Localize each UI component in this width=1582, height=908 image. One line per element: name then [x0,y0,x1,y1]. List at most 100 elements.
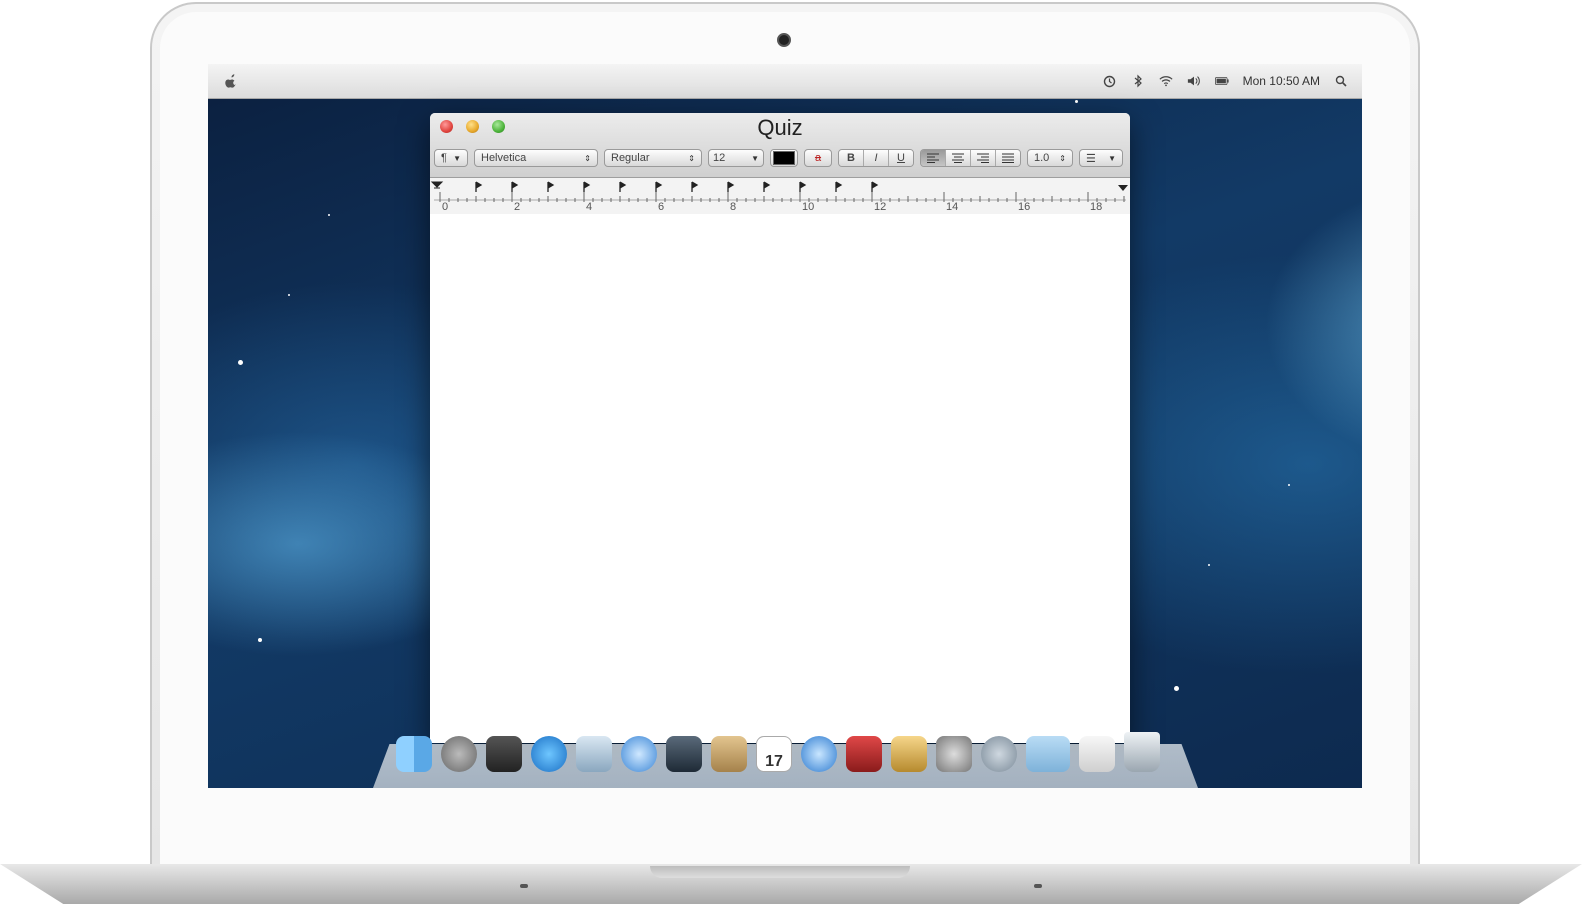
system-preferences-icon[interactable] [936,736,972,772]
chevron-down-icon: ▼ [751,153,759,163]
launchpad-icon[interactable] [441,736,477,772]
laptop-foot [520,884,528,888]
font-family-value: Helvetica [481,152,527,164]
list-icon: ☰ [1086,152,1096,165]
list-bullets-button[interactable]: ☰ ▼ [1079,149,1123,167]
star [258,638,262,642]
itunes-icon[interactable] [801,736,837,772]
pages-icon[interactable] [1079,736,1115,772]
textedit-window: Quiz ¶ ▼ Helvetica ⇕ Regular ⇕ 12 ▼ a B … [430,113,1130,743]
ruler-label: 18 [1090,201,1102,213]
app-store-icon[interactable] [531,736,567,772]
star [1075,100,1078,103]
chevron-down-icon: ▼ [453,153,461,163]
align-left-button[interactable] [921,150,946,166]
battery-icon[interactable] [1214,74,1229,88]
facetime-icon[interactable] [666,736,702,772]
format-toolbar: ¶ ▼ Helvetica ⇕ Regular ⇕ 12 ▼ a B I U 1… [434,149,1123,167]
tab-stop-marker[interactable] [475,181,483,192]
tab-stop-marker[interactable] [511,181,519,192]
tab-stop-marker[interactable] [835,181,843,192]
mission-control-icon[interactable] [486,736,522,772]
tab-stop-marker[interactable] [583,181,591,192]
ruler-label: 16 [1018,201,1030,213]
tab-stop-marker[interactable] [691,181,699,192]
bluetooth-icon[interactable] [1131,74,1145,88]
italic-button[interactable]: I [864,150,889,166]
star [238,360,243,365]
align-center-button[interactable] [946,150,971,166]
mail-icon[interactable] [576,736,612,772]
safari-icon[interactable] [621,736,657,772]
text-color-swatch [773,151,795,165]
spotlight-icon[interactable] [1334,74,1348,88]
contacts-icon[interactable] [711,736,747,772]
dock-icons: 17 [396,732,1160,772]
font-size-value: 12 [713,152,726,164]
ruler-label: 6 [658,201,664,213]
underline-button[interactable]: U [889,150,913,166]
tab-stop-marker[interactable] [547,181,555,192]
desktop-screen: Mon 10:50 AM Quiz ¶ ▼ Helvetica ⇕ Regula… [208,64,1362,788]
camera [777,33,791,47]
highlight-color-button[interactable]: a [804,149,832,167]
updown-arrows-icon: ⇕ [688,153,695,163]
menu-bar: Mon 10:50 AM [208,64,1362,99]
ruler-label: 14 [946,201,958,213]
paragraph-label: ¶ [441,152,447,164]
tab-stop-marker[interactable] [799,181,807,192]
star [1174,686,1179,691]
ruler-label: 0 [442,201,448,213]
utilities-icon[interactable] [981,736,1017,772]
documents-folder-icon[interactable] [1026,736,1070,772]
calendar-day: 17 [765,753,783,770]
tab-stop-marker[interactable] [727,181,735,192]
left-indent-marker[interactable] [430,181,444,189]
chevron-down-icon: ▼ [1108,153,1116,163]
align-right-button[interactable] [971,150,996,166]
right-margin-marker[interactable] [1118,185,1128,191]
menu-clock[interactable]: Mon 10:50 AM [1243,74,1320,88]
line-spacing-select[interactable]: 1.0 ⇕ [1027,149,1073,167]
font-style-value: Regular [611,152,650,164]
bold-button[interactable]: B [839,150,864,166]
window-titlebar[interactable]: Quiz ¶ ▼ Helvetica ⇕ Regular ⇕ 12 ▼ a B … [430,113,1130,178]
alignment-segment [920,149,1021,167]
tab-stop-marker[interactable] [655,181,663,192]
text-color-well[interactable] [770,149,798,167]
window-title: Quiz [757,115,803,140]
laptop-foot [1034,884,1042,888]
updown-arrows-icon: ⇕ [584,153,591,163]
ruler-label: 8 [730,201,736,213]
highlight-label: a [814,152,822,164]
finder-icon[interactable] [396,736,432,772]
align-justify-button[interactable] [996,150,1020,166]
font-family-select[interactable]: Helvetica ⇕ [474,149,598,167]
photo-booth-icon[interactable] [846,736,882,772]
star [1288,484,1290,486]
wifi-icon[interactable] [1159,74,1173,88]
star [288,294,290,296]
ruler-label: 4 [586,201,592,213]
star [328,214,330,216]
tab-stop-marker[interactable] [871,181,879,192]
ruler-label: 10 [802,201,814,213]
time-machine-icon[interactable] [1103,74,1117,88]
paragraph-styles-button[interactable]: ¶ ▼ [434,149,468,167]
star [1208,564,1210,566]
ruler[interactable]: 0 2 4 6 8 10 12 14 16 18 [430,178,1130,215]
apple-menu-icon[interactable] [224,74,238,88]
font-style-select[interactable]: Regular ⇕ [604,149,702,167]
tab-stop-marker[interactable] [619,181,627,192]
ruler-scale: 0 2 4 6 8 10 12 14 16 18 [430,181,1128,213]
updown-arrows-icon: ⇕ [1059,153,1066,163]
document-text-area[interactable] [430,214,1130,743]
volume-icon[interactable] [1187,74,1201,88]
trash-icon[interactable] [1124,732,1160,772]
font-size-combo[interactable]: 12 ▼ [708,149,764,167]
ruler-label: 12 [874,201,886,213]
tab-stop-marker[interactable] [763,181,771,192]
preview-icon[interactable] [891,736,927,772]
line-spacing-value: 1.0 [1034,152,1050,164]
calendar-icon[interactable]: 17 [756,736,792,772]
